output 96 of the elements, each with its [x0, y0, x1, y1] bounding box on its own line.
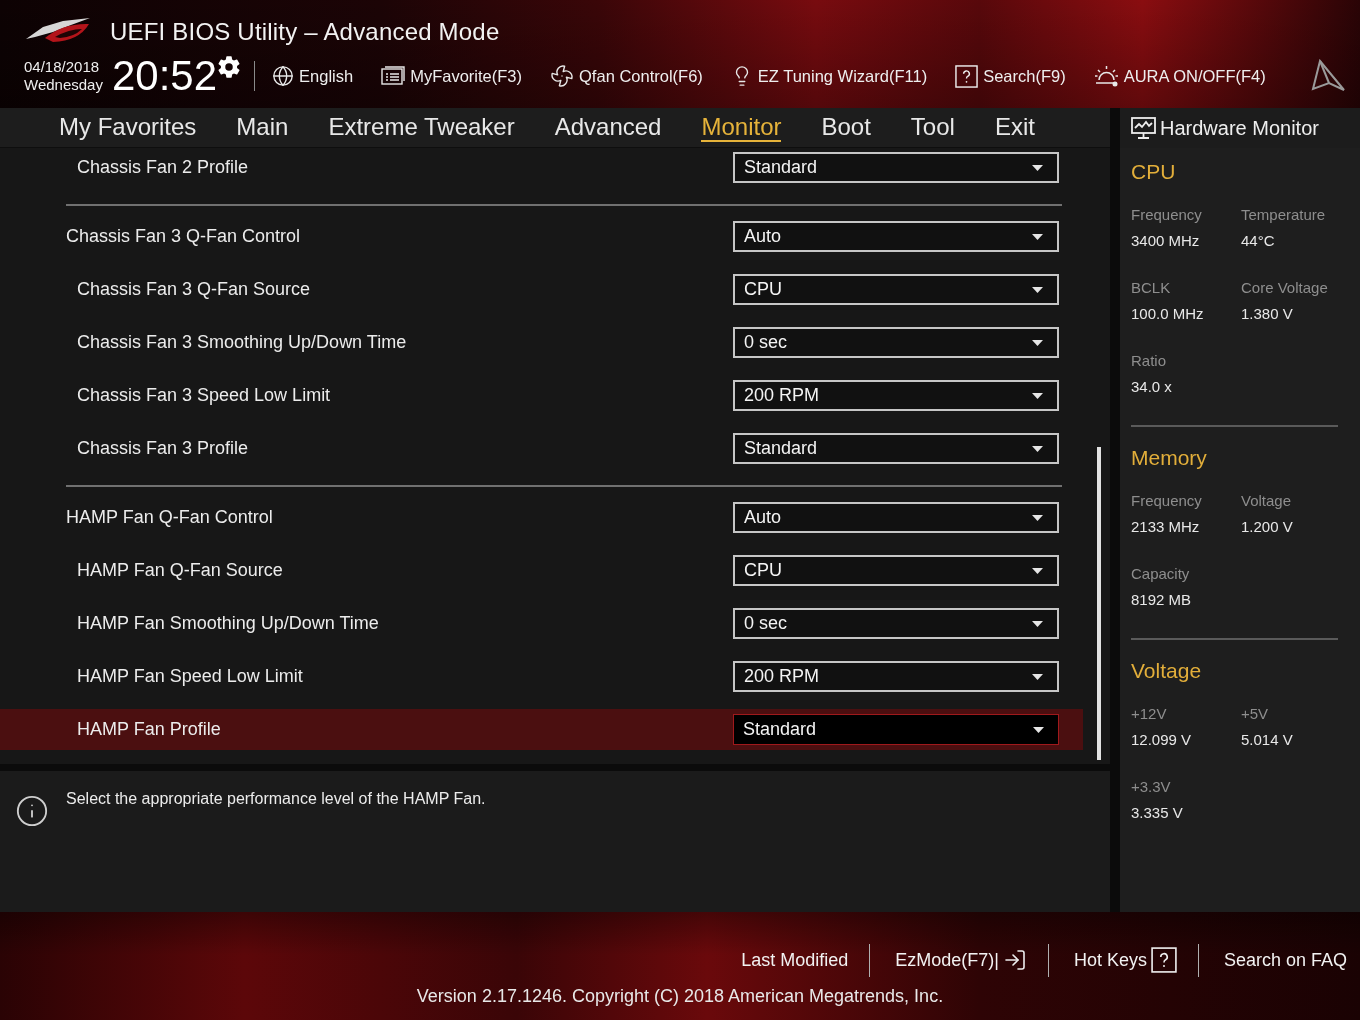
menu-tab[interactable]: Boot [821, 114, 871, 142]
toolbar-button[interactable]: AURA ON/OFF(F4) [1093, 65, 1266, 87]
monitor-value: 12.099 V [1131, 730, 1192, 750]
highlighted-row[interactable]: HAMP Fan Profile Standard [0, 709, 1083, 750]
menu-tab[interactable]: Extreme Tweaker [328, 114, 515, 142]
arrow-into-bracket-icon [1002, 948, 1027, 972]
menu-tab[interactable]: Monitor [701, 114, 782, 142]
scrollbar-thumb[interactable] [1097, 447, 1101, 760]
monitor-label: Capacity [1131, 564, 1190, 584]
caret-icon [1032, 164, 1043, 171]
globe-icon [272, 65, 295, 87]
toolbar-button[interactable]: Qfan Control(F6) [550, 64, 703, 88]
monitor-chart-icon [1131, 116, 1156, 140]
caret-icon [1032, 233, 1043, 240]
window-title: UEFI BIOS Utility – Advanced Mode [110, 18, 500, 46]
caret-icon [1032, 286, 1043, 293]
menu-tab[interactable]: Tool [910, 114, 955, 142]
dropdown[interactable]: Standard [733, 152, 1059, 183]
monitor-label: +12V [1131, 704, 1167, 724]
monitor-value: 44°C [1241, 231, 1275, 251]
monitor-value: 8192 MB [1131, 590, 1192, 610]
setting-label: HAMP Fan Q-Fan Source [77, 560, 283, 581]
monitor-label: Voltage [1241, 491, 1292, 511]
caret-icon [1032, 514, 1043, 521]
caret-icon [1032, 567, 1043, 574]
toolbar-button[interactable]: MyFavorite(F3) [381, 66, 523, 86]
toolbar-button[interactable]: English [272, 65, 354, 87]
setting-label: HAMP Fan Profile [77, 719, 221, 740]
monitor-label: Temperature [1241, 205, 1326, 225]
setting-label: Chassis Fan 3 Profile [77, 438, 249, 459]
clock-time: 20:52 [111, 54, 218, 98]
setting-label: Chassis Fan 3 Q-Fan Control [66, 226, 301, 247]
dropdown[interactable]: Standard [733, 433, 1059, 464]
setting-label: Chassis Fan 3 Q-Fan Source [77, 279, 311, 300]
monitor-label: Frequency [1131, 205, 1202, 225]
date-text: 04/18/2018 [24, 58, 101, 76]
question-box-icon [1150, 947, 1177, 973]
menu-tab[interactable]: Exit [994, 114, 1035, 142]
monitor-label: Frequency [1131, 491, 1202, 511]
monitor-label: Core Voltage [1241, 278, 1328, 298]
dropdown[interactable]: Standard [733, 714, 1059, 745]
dropdown[interactable]: 200 RPM [733, 661, 1059, 692]
weekday-text: Wednesday [24, 76, 103, 94]
light-rays-icon [1093, 65, 1119, 87]
monitor-label: +3.3V [1131, 777, 1171, 797]
dropdown[interactable]: CPU [733, 274, 1059, 305]
dropdown[interactable]: Auto [733, 502, 1059, 533]
monitor-label: BCLK [1131, 278, 1171, 298]
setting-label: Chassis Fan 3 Speed Low Limit [77, 385, 331, 406]
monitor-value: 3400 MHz [1131, 231, 1200, 251]
caret-icon [1032, 620, 1043, 627]
caret-icon [1032, 445, 1043, 452]
dropdown[interactable]: CPU [733, 555, 1059, 586]
section-title: Memory [1131, 446, 1207, 470]
caret-icon [1033, 726, 1044, 733]
setting-label: Chassis Fan 3 Smoothing Up/Down Time [77, 332, 407, 353]
footer-link[interactable]: Hot Keys [1073, 947, 1177, 973]
question-box-icon [955, 64, 979, 88]
footer-link[interactable]: Search on FAQ [1223, 949, 1347, 971]
panel-title: Hardware Monitor [1160, 116, 1319, 140]
gear-icon[interactable] [217, 55, 242, 79]
toolbar-button[interactable]: Search(F9) [955, 64, 1066, 88]
monitor-value: 1.200 V [1241, 517, 1293, 537]
version-text: Version 2.17.1246. Copyright (C) 2018 American Megatrends, Inc. [416, 985, 944, 1007]
caret-icon [1032, 673, 1043, 680]
section-title: CPU [1131, 160, 1176, 184]
info-icon [15, 794, 49, 828]
menu-tab[interactable]: My Favorites [59, 114, 197, 142]
monitor-value: 1.380 V [1241, 304, 1293, 324]
dropdown[interactable]: Auto [733, 221, 1059, 252]
setting-label: HAMP Fan Q-Fan Control [66, 507, 273, 528]
dropdown[interactable]: 0 sec [733, 608, 1059, 639]
cursor-arrow-icon[interactable] [1310, 59, 1346, 93]
monitor-value: 100.0 MHz [1131, 304, 1204, 324]
monitor-value: 5.014 V [1241, 730, 1293, 750]
fan-icon [550, 64, 575, 88]
menu-tab[interactable]: Advanced [554, 114, 662, 142]
monitor-value: 3.335 V [1131, 803, 1183, 823]
monitor-label: Ratio [1131, 351, 1167, 371]
menu-tab[interactable]: Main [236, 114, 289, 142]
monitor-value: 2133 MHz [1131, 517, 1200, 537]
list-window-icon [381, 66, 406, 86]
setting-label: Chassis Fan 2 Profile [77, 157, 249, 178]
help-text: Select the appropriate performance level of the HAMP Fan. [66, 789, 486, 809]
setting-label: HAMP Fan Speed Low Limit [77, 666, 303, 687]
caret-icon [1032, 339, 1043, 346]
section-title: Voltage [1131, 659, 1202, 683]
caret-icon [1032, 392, 1043, 399]
dropdown[interactable]: 0 sec [733, 327, 1059, 358]
footer-link[interactable]: Last Modified [741, 949, 849, 971]
footer-link[interactable]: EzMode(F7)| [895, 948, 1027, 972]
dropdown[interactable]: 200 RPM [733, 380, 1059, 411]
monitor-value: 34.0 x [1131, 377, 1172, 397]
setting-label: HAMP Fan Smoothing Up/Down Time [77, 613, 379, 634]
monitor-label: +5V [1241, 704, 1269, 724]
toolbar-button[interactable]: EZ Tuning Wizard(F11) [730, 65, 928, 87]
